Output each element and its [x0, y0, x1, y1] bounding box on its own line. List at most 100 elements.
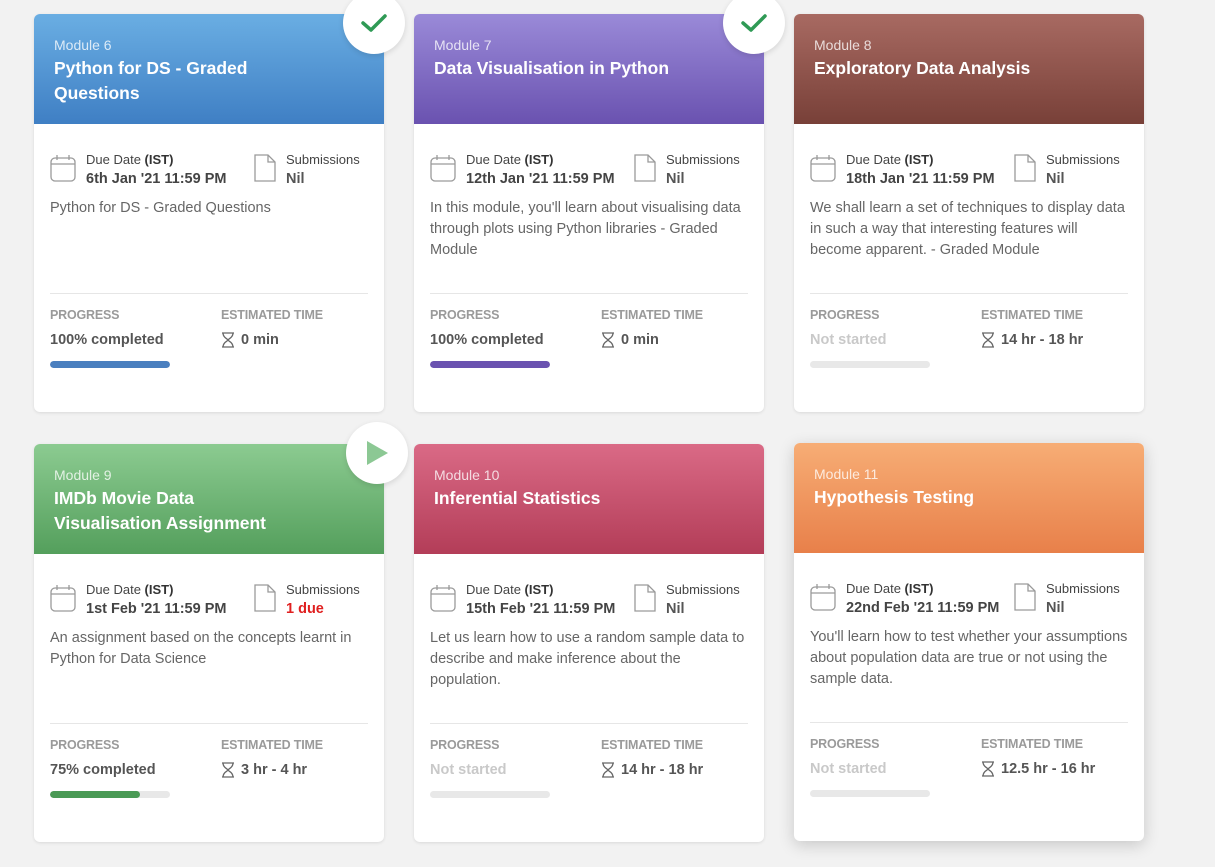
due-date-value: 1st Feb '21 11:59 PM — [86, 601, 227, 617]
submissions-value: Nil — [286, 171, 305, 187]
card-header: Module 9 IMDb Movie Data Visualisation A… — [34, 444, 384, 554]
resume-badge[interactable] — [346, 422, 408, 484]
module-title[interactable]: Exploratory Data Analysis — [814, 56, 1064, 81]
progress-label: PROGRESS — [810, 737, 880, 751]
due-and-submissions: Due Date (IST) 18th Jan '21 11:59 PM Sub… — [810, 152, 1130, 192]
module-description: We shall learn a set of techniques to di… — [810, 200, 1125, 258]
due-date-label: Due Date (IST) — [466, 152, 554, 167]
due-and-submissions: Due Date (IST) 1st Feb '21 11:59 PM Subm… — [50, 582, 370, 622]
progress-bar — [810, 790, 930, 797]
card-header: Module 8 Exploratory Data Analysis — [794, 14, 1144, 124]
submissions-value: Nil — [666, 601, 685, 617]
estimated-time-label: ESTIMATED TIME — [601, 738, 703, 752]
module-description: An assignment based on the concepts lear… — [50, 630, 352, 667]
progress-label: PROGRESS — [50, 308, 120, 322]
divider — [810, 722, 1128, 723]
card-header: Module 10 Inferential Statistics — [414, 444, 764, 554]
module-card-11[interactable]: Module 11 Hypothesis Testing Due Date (I… — [794, 443, 1144, 841]
module-card-8[interactable]: Module 8 Exploratory Data Analysis Due D… — [794, 14, 1144, 412]
submissions-label: Submissions — [1046, 581, 1120, 596]
module-title[interactable]: IMDb Movie Data Visualisation Assignment — [54, 486, 304, 536]
module-number: Module 8 — [814, 37, 872, 53]
estimated-time-value: 3 hr - 4 hr — [221, 762, 307, 778]
due-date-value: 12th Jan '21 11:59 PM — [466, 171, 615, 187]
due-date-label: Due Date (IST) — [846, 581, 934, 596]
estimated-time-value: 0 min — [601, 332, 659, 348]
estimated-time-label: ESTIMATED TIME — [601, 308, 703, 322]
calendar-icon — [430, 585, 456, 612]
calendar-icon — [430, 155, 456, 182]
due-date-value: 6th Jan '21 11:59 PM — [86, 171, 227, 187]
submissions-value: Nil — [1046, 171, 1065, 187]
hourglass-icon — [602, 762, 614, 778]
module-title[interactable]: Data Visualisation in Python — [434, 56, 684, 81]
calendar-icon — [810, 584, 836, 611]
module-number: Module 6 — [54, 37, 112, 53]
divider — [430, 723, 748, 724]
module-number: Module 9 — [54, 467, 112, 483]
progress-bar — [430, 791, 550, 798]
submissions-label: Submissions — [286, 152, 360, 167]
module-description: You'll learn how to test whether your as… — [810, 629, 1128, 687]
due-date-label: Due Date (IST) — [846, 152, 934, 167]
module-grid: Module 6 Python for DS - Graded Question… — [0, 0, 1215, 867]
progress-value: 100% completed — [430, 332, 544, 348]
calendar-icon — [810, 155, 836, 182]
submissions-value: Nil — [1046, 600, 1065, 616]
hourglass-icon — [222, 332, 234, 348]
module-description: Let us learn how to use a random sample … — [430, 630, 745, 688]
module-description: Python for DS - Graded Questions — [50, 200, 271, 216]
estimated-time-label: ESTIMATED TIME — [221, 308, 323, 322]
module-title[interactable]: Inferential Statistics — [434, 486, 684, 511]
due-date-label: Due Date (IST) — [86, 152, 174, 167]
calendar-icon — [50, 155, 76, 182]
submissions-label: Submissions — [1046, 152, 1120, 167]
submissions-label: Submissions — [666, 582, 740, 597]
progress-value: Not started — [810, 761, 887, 777]
progress-value: 75% completed — [50, 762, 156, 778]
progress-label: PROGRESS — [430, 308, 500, 322]
module-card-9[interactable]: Module 9 IMDb Movie Data Visualisation A… — [34, 422, 408, 842]
due-date-value: 18th Jan '21 11:59 PM — [846, 171, 995, 187]
submissions-label: Submissions — [286, 582, 360, 597]
check-icon — [741, 14, 767, 32]
submissions-value: Nil — [666, 171, 685, 187]
module-card-7[interactable]: Module 7 Data Visualisation in Python Du… — [414, 0, 785, 412]
progress-bar — [50, 791, 170, 798]
document-icon — [1014, 154, 1036, 182]
divider — [50, 293, 368, 294]
card-header: Module 7 Data Visualisation in Python — [414, 14, 764, 124]
due-date-label: Due Date (IST) — [86, 582, 174, 597]
module-description: In this module, you'll learn about visua… — [430, 200, 741, 258]
progress-value: Not started — [430, 762, 507, 778]
progress-bar-fill — [50, 791, 140, 798]
progress-bar — [430, 361, 550, 368]
document-icon — [634, 584, 656, 612]
estimated-time-value: 14 hr - 18 hr — [981, 332, 1083, 348]
module-title[interactable]: Python for DS - Graded Questions — [54, 56, 304, 106]
divider — [50, 723, 368, 724]
card-header: Module 6 Python for DS - Graded Question… — [34, 14, 384, 124]
progress-value: Not started — [810, 332, 887, 348]
due-and-submissions: Due Date (IST) 12th Jan '21 11:59 PM Sub… — [430, 152, 750, 192]
submissions-label: Submissions — [666, 152, 740, 167]
module-card-10[interactable]: Module 10 Inferential Statistics Due Dat… — [414, 444, 764, 842]
module-title[interactable]: Hypothesis Testing — [814, 485, 1064, 510]
document-icon — [1014, 583, 1036, 611]
calendar-icon — [50, 585, 76, 612]
document-icon — [634, 154, 656, 182]
document-icon — [254, 154, 276, 182]
due-date-value: 22nd Feb '21 11:59 PM — [846, 600, 1000, 616]
module-card-6[interactable]: Module 6 Python for DS - Graded Question… — [34, 0, 405, 412]
due-date-value: 15th Feb '21 11:59 PM — [466, 601, 616, 617]
hourglass-icon — [982, 761, 994, 777]
hourglass-icon — [982, 332, 994, 348]
due-and-submissions: Due Date (IST) 6th Jan '21 11:59 PM Subm… — [50, 152, 370, 192]
estimated-time-value: 12.5 hr - 16 hr — [981, 761, 1095, 777]
progress-label: PROGRESS — [50, 738, 120, 752]
progress-bar — [50, 361, 170, 368]
play-icon — [367, 441, 388, 465]
due-and-submissions: Due Date (IST) 15th Feb '21 11:59 PM Sub… — [430, 582, 750, 622]
progress-label: PROGRESS — [430, 738, 500, 752]
estimated-time-label: ESTIMATED TIME — [221, 738, 323, 752]
